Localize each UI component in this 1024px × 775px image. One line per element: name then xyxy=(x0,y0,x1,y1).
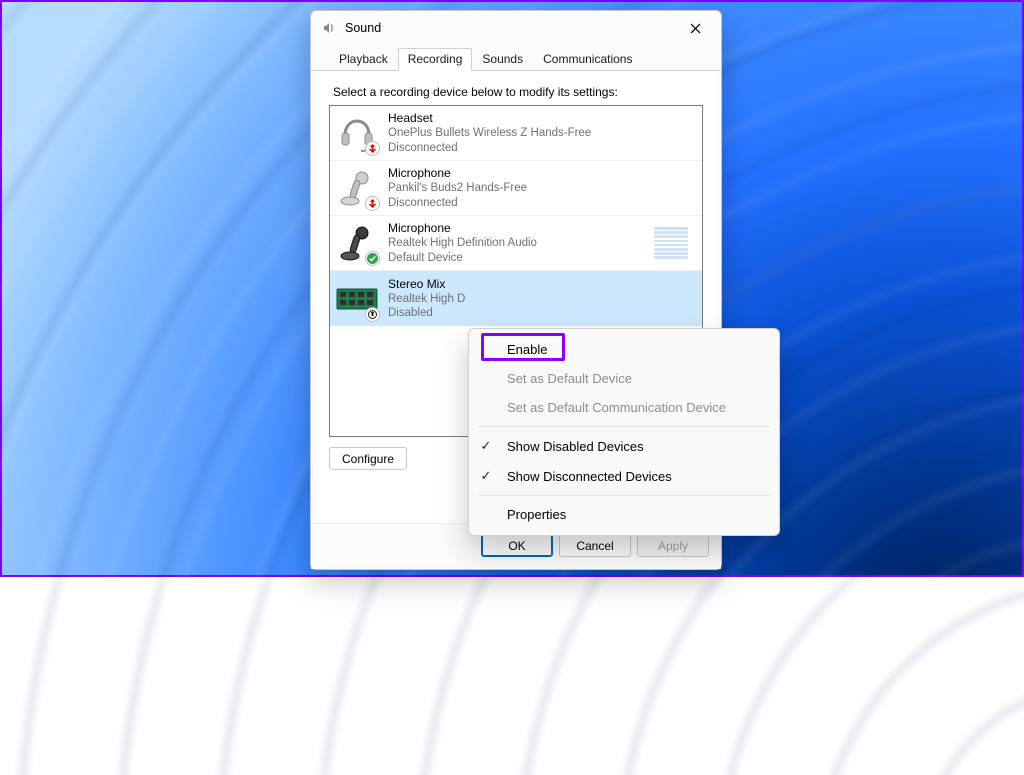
close-button[interactable] xyxy=(675,14,715,42)
window-title: Sound xyxy=(345,21,667,35)
configure-button[interactable]: Configure xyxy=(329,447,407,470)
device-desc: OnePlus Bullets Wireless Z Hands-Free xyxy=(388,126,694,140)
disconnected-badge-icon xyxy=(365,141,380,156)
ctx-set-default-label: Set as Default Device xyxy=(507,371,632,386)
device-name: Headset xyxy=(388,111,694,126)
input-level-meter xyxy=(654,225,688,261)
default-device-badge-icon xyxy=(365,251,380,266)
device-item-microphone-buds2[interactable]: Microphone Pankil's Buds2 Hands-Free Dis… xyxy=(330,161,702,216)
check-icon: ✓ xyxy=(479,438,493,454)
ctx-set-default: Set as Default Device xyxy=(473,364,775,393)
ctx-enable[interactable]: Enable xyxy=(473,335,775,364)
check-icon: ✓ xyxy=(479,468,493,484)
ctx-show-disconnected-label: Show Disconnected Devices xyxy=(507,469,672,484)
device-desc: Pankil's Buds2 Hands-Free xyxy=(388,181,694,195)
device-item-stereo-mix[interactable]: Stereo Mix Realtek High D Disabled xyxy=(330,271,702,326)
device-desc: Realtek High Definition Audio xyxy=(388,236,644,250)
ctx-show-disconnected[interactable]: ✓ Show Disconnected Devices xyxy=(473,461,775,491)
device-status: Default Device xyxy=(388,251,644,265)
microphone-icon xyxy=(336,167,378,209)
ok-button[interactable]: OK xyxy=(481,534,553,557)
tab-strip: Playback Recording Sounds Communications xyxy=(311,45,721,71)
device-status: Disconnected xyxy=(388,196,694,210)
device-item-microphone-realtek[interactable]: Microphone Realtek High Definition Audio… xyxy=(330,216,702,271)
device-desc: Realtek High D xyxy=(388,292,694,306)
ctx-properties[interactable]: Properties xyxy=(473,500,775,529)
ctx-separator xyxy=(479,495,769,496)
apply-button[interactable]: Apply xyxy=(637,534,709,557)
tab-sounds[interactable]: Sounds xyxy=(472,48,533,71)
ctx-separator xyxy=(479,426,769,427)
instruction-text: Select a recording device below to modif… xyxy=(333,85,701,99)
tab-communications[interactable]: Communications xyxy=(533,48,642,71)
headset-icon xyxy=(336,112,378,154)
sound-icon xyxy=(321,20,337,36)
device-status: Disabled xyxy=(388,306,694,320)
ctx-set-default-comm: Set as Default Communication Device xyxy=(473,393,775,422)
cancel-button[interactable]: Cancel xyxy=(559,534,631,557)
ctx-show-disabled[interactable]: ✓ Show Disabled Devices xyxy=(473,431,775,461)
device-item-headset[interactable]: Headset OnePlus Bullets Wireless Z Hands… xyxy=(330,106,702,161)
tab-playback[interactable]: Playback xyxy=(329,48,398,71)
tab-recording[interactable]: Recording xyxy=(398,48,473,71)
device-name: Microphone xyxy=(388,166,694,181)
device-status: Disconnected xyxy=(388,141,694,155)
sound-card-icon xyxy=(336,278,378,320)
microphone-icon xyxy=(336,222,378,264)
device-name: Microphone xyxy=(388,221,644,236)
disconnected-badge-icon xyxy=(365,196,380,211)
ctx-properties-label: Properties xyxy=(507,507,566,522)
device-context-menu: Enable Set as Default Device Set as Defa… xyxy=(468,328,780,536)
ctx-show-disabled-label: Show Disabled Devices xyxy=(507,439,644,454)
ctx-enable-label: Enable xyxy=(507,342,547,357)
disabled-badge-icon xyxy=(365,307,380,322)
ctx-set-default-comm-label: Set as Default Communication Device xyxy=(507,400,726,415)
titlebar: Sound xyxy=(311,11,721,45)
device-name: Stereo Mix xyxy=(388,277,694,292)
